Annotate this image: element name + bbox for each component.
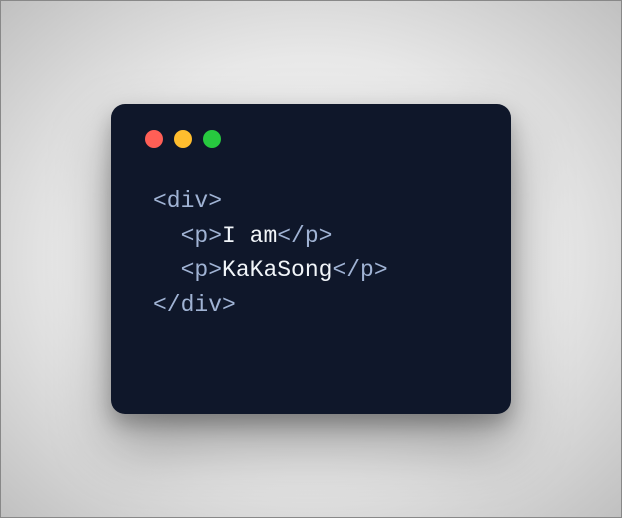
indent-1	[153, 223, 181, 249]
code-snippet-window: <div> <p>I am</p> <p>KaKaSong</p> </div>	[111, 104, 511, 414]
close-icon[interactable]	[145, 130, 163, 148]
maximize-icon[interactable]	[203, 130, 221, 148]
minimize-icon[interactable]	[174, 130, 192, 148]
indent-2	[153, 257, 181, 283]
p1-text: I am	[222, 223, 277, 249]
p1-close-tag: </p>	[277, 223, 332, 249]
p2-text: KaKaSong	[222, 257, 332, 283]
p2-open-tag: <p>	[181, 257, 222, 283]
code-block: <div> <p>I am</p> <p>KaKaSong</p> </div>	[143, 184, 479, 322]
open-div-tag: <div>	[153, 188, 222, 214]
p2-close-tag: </p>	[332, 257, 387, 283]
close-div-tag: </div>	[153, 292, 236, 318]
p1-open-tag: <p>	[181, 223, 222, 249]
window-controls	[145, 130, 479, 148]
